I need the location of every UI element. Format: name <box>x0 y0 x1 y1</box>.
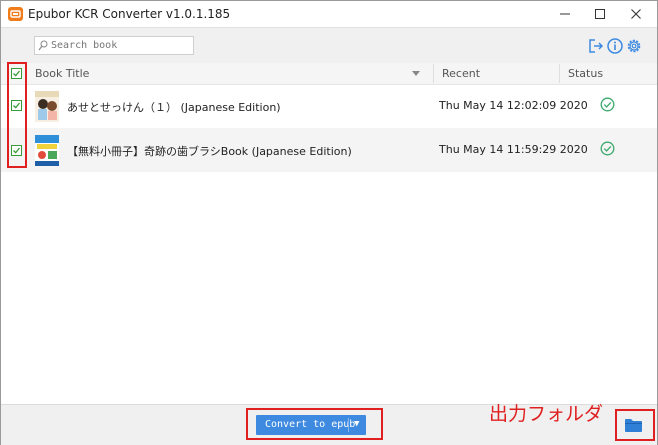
book-cover-thumbnail <box>35 91 59 122</box>
recent-timestamp: Thu May 14 11:59:29 2020 <box>439 143 588 156</box>
column-header-status[interactable]: Status <box>568 67 603 80</box>
annotation-highlight-folder <box>615 409 655 441</box>
recent-timestamp: Thu May 14 12:02:09 2020 <box>439 99 588 112</box>
annotation-highlight-convert <box>246 408 383 440</box>
search-icon <box>38 40 48 51</box>
table-header: Book Title Recent Status <box>1 63 657 85</box>
column-divider <box>433 64 434 83</box>
annotation-highlight-checkboxes <box>7 62 27 168</box>
column-header-recent[interactable]: Recent <box>442 67 480 80</box>
done-check-icon <box>600 141 615 156</box>
search-input[interactable] <box>51 37 189 54</box>
search-box[interactable] <box>34 36 194 55</box>
annotation-output-folder-label: 出力フォルダ <box>489 403 604 425</box>
column-header-book-title[interactable]: Book Title <box>35 67 89 80</box>
title-bar: Epubor KCR Converter v1.0.1.185 <box>1 1 657 27</box>
window-title: Epubor KCR Converter v1.0.1.185 <box>28 7 231 21</box>
settings-gear-icon[interactable] <box>625 37 643 55</box>
toolbar <box>1 27 657 63</box>
app-logo-icon <box>8 7 23 21</box>
sort-arrow-icon[interactable] <box>412 71 420 76</box>
info-icon[interactable] <box>606 37 624 55</box>
maximize-button[interactable] <box>582 1 618 27</box>
table-row[interactable]: あせとせっけん（１） (Japanese Edition) Thu May 14… <box>1 84 657 128</box>
book-title: あせとせっけん（１） (Japanese Edition) <box>67 101 281 114</box>
minimize-button[interactable] <box>547 1 583 27</box>
book-title: 【無料小冊子】奇跡の歯ブラシBook (Japanese Edition) <box>67 145 352 158</box>
done-check-icon <box>600 97 615 112</box>
app-window: Epubor KCR Converter v1.0.1.185 Search b… <box>0 0 658 445</box>
column-divider <box>559 64 560 83</box>
logout-icon[interactable] <box>587 37 605 55</box>
close-button[interactable] <box>618 1 654 27</box>
table-row[interactable]: 【無料小冊子】奇跡の歯ブラシBook (Japanese Edition) Th… <box>1 128 657 172</box>
book-cover-thumbnail <box>35 135 59 166</box>
